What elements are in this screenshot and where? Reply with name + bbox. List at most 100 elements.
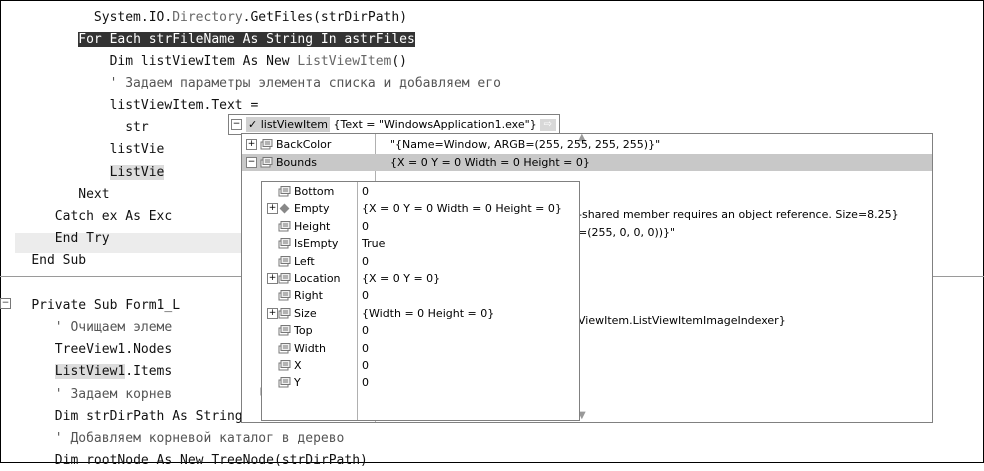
code-token: listVie: [109, 142, 165, 157]
code-line[interactable]: End Sub: [0, 251, 86, 271]
pin-icon[interactable]: ⇨: [539, 118, 556, 131]
code-line[interactable]: Catch ex As Exc: [0, 207, 172, 227]
code-line[interactable]: For Each strFileName As String In astrFi…: [0, 30, 415, 50]
code-token: Catch ex As Exc: [54, 209, 173, 224]
datatip-property-value: =(255, 0, 0, 0))}": [578, 226, 676, 239]
datatip-row[interactable]: IsEmpty True: [262, 235, 579, 252]
code-line[interactable]: ' Задаем параметры элемента списка и доб…: [0, 74, 501, 94]
datatip-row[interactable]: + Empty {X = 0 Y = 0 Width = 0 Height = 0}: [262, 200, 579, 217]
datatip-property-name: Bounds: [276, 155, 317, 169]
expand-icon[interactable]: +: [267, 273, 278, 284]
datatip-header[interactable]: − ✓ listViewItem {Text = "WindowsApplica…: [228, 114, 560, 135]
datatip-row[interactable]: X0: [262, 357, 579, 374]
code-line[interactable]: TreeView1.Nodes: [0, 340, 172, 360]
code-line[interactable]: End Try: [0, 229, 110, 249]
datatip-header-value: {Text = "WindowsApplication1.exe"}: [333, 118, 537, 131]
expand-icon[interactable]: +: [246, 139, 257, 150]
datatip-row[interactable]: Right 0: [262, 287, 579, 304]
datatip-inner-panel[interactable]: Bottom 0 + Empty {X = 0 Y = 0 Width = 0 Heig…: [261, 181, 580, 421]
property-icon: [278, 342, 291, 354]
collapse-icon[interactable]: −: [246, 156, 257, 168]
datatip-property-name: Height: [294, 219, 331, 233]
datatip-property-value: {X = 0 Y = 0 Width = 0 Height = 0}: [362, 202, 562, 216]
code-line[interactable]: Dim rootNode As New TreeNode(strDirPath): [0, 451, 368, 471]
property-icon: [278, 273, 291, 284]
code-line[interactable]: Next: [0, 185, 109, 205]
code-token: Dim listViewItem As New: [109, 54, 298, 69]
datatip-property-value: 0: [362, 254, 369, 268]
code-token: (): [391, 54, 407, 69]
datatip-property-name: Size: [294, 306, 317, 320]
code-line[interactable]: ' Добавляем корневой каталог в дерево: [0, 429, 345, 449]
code-line[interactable]: System.IO.Directory.GetFiles(strDirPath): [0, 8, 407, 28]
code-token: str: [125, 120, 149, 135]
datatip-property-name: Right: [294, 289, 323, 303]
datatip-property-name: Left: [294, 254, 315, 268]
code-token: End Sub: [31, 253, 87, 268]
datatip-property-value: 0: [362, 219, 369, 233]
datatip-property-value: "{Name=Window, ARGB=(255, 255, 255, 255)…: [390, 138, 661, 151]
datatip-property-value: {X = 0 Y = 0}: [362, 272, 441, 285]
datatip-property-value: -shared member requires an object refere…: [578, 208, 899, 222]
datatip-property-name: Bottom: [294, 185, 335, 198]
datatip-property-value: 0: [362, 185, 369, 198]
datatip-property-value: 0: [362, 359, 369, 372]
property-icon: [278, 238, 291, 249]
datatip-row[interactable]: Width 0: [262, 340, 579, 357]
datatip-property-value: {Width = 0 Height = 0}: [362, 306, 495, 320]
code-token: ListView1: [54, 364, 126, 379]
code-token: ' Добавляем корневой каталог в дерево: [54, 431, 345, 446]
datatip-row[interactable]: − Bounds {X = 0 Y = 0 Width = 0 Height = 0…: [242, 153, 932, 171]
datatip-row[interactable]: + Location {X = 0 Y = 0}: [262, 270, 579, 287]
datatip-row[interactable]: Height 0: [262, 218, 579, 235]
datatip-property-value: 0: [362, 341, 369, 355]
property-icon: [278, 255, 291, 267]
code-token: ListVie: [109, 165, 165, 180]
property-icon: [278, 186, 291, 197]
datatip-property-name: Top: [294, 324, 313, 338]
datatip-property-name: X: [294, 359, 302, 372]
property-icon: [260, 156, 273, 168]
code-line[interactable]: ListVie: [0, 163, 165, 183]
datatip-property-value: ViewItem.ListViewItemImageIndexer}: [578, 314, 786, 327]
datatip-property-value: {X = 0 Y = 0 Width = 0 Height = 0}: [390, 155, 590, 169]
datatip-row[interactable]: Bottom 0: [262, 183, 579, 200]
property-icon: [278, 325, 291, 336]
code-line[interactable]: Dim listViewItem As New ListViewItem(): [0, 52, 407, 72]
datatip-property-name: BackColor: [276, 138, 332, 151]
collapse-icon[interactable]: −: [0, 298, 11, 309]
property-icon: [278, 220, 291, 232]
expand-icon[interactable]: +: [267, 203, 278, 215]
datatip-row[interactable]: + Size {Width = 0 Height = 0}: [262, 305, 579, 322]
datatip-property-name: Width: [294, 341, 326, 355]
code-line[interactable]: ' Очищаем элеме: [0, 318, 172, 338]
datatip-property-value: 0: [362, 376, 369, 390]
datatip-row[interactable]: Y0: [262, 374, 579, 391]
expand-icon[interactable]: +: [267, 307, 278, 319]
code-token: ' Очищаем элеме: [54, 320, 173, 335]
code-token: TreeView1.Nodes: [54, 342, 173, 357]
datatip-row[interactable]: + BackColor "{Name=Window, ARGB=(255, 255,…: [242, 136, 932, 153]
code-line[interactable]: listVie: [0, 140, 165, 160]
collapse-icon[interactable]: −: [231, 119, 242, 130]
code-line[interactable]: ' Задаем корнев: [0, 385, 172, 405]
datatip-row[interactable]: Top 0: [262, 322, 579, 339]
datatip-property-name: Location: [294, 272, 341, 285]
property-icon: [278, 360, 291, 371]
datatip-row[interactable]: Left 0: [262, 253, 579, 270]
property-icon: [260, 139, 273, 150]
code-line[interactable]: listViewItem.Text =: [0, 96, 259, 116]
code-line[interactable]: ListView1.Items: [0, 362, 172, 382]
